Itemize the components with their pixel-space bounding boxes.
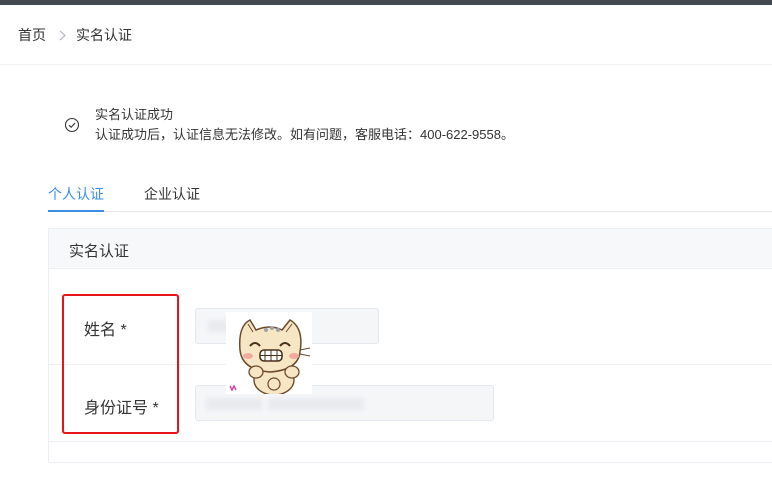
top-bar [0, 0, 772, 5]
notice-title: 实名认证成功 [95, 107, 174, 122]
tabs-baseline [48, 211, 772, 212]
breadcrumb-current: 实名认证 [76, 27, 132, 43]
highlight-annotation-box [62, 294, 179, 434]
redacted-value [206, 398, 262, 410]
row-divider [49, 441, 772, 442]
breadcrumb-home[interactable]: 首页 [18, 25, 46, 45]
tab-personal-verification[interactable]: 个人认证 [48, 184, 104, 204]
breadcrumb: 首页 实名认证 [18, 24, 132, 46]
card-title: 实名认证 [69, 243, 130, 260]
card-header: 实名认证 [49, 229, 772, 269]
redacted-value [268, 398, 364, 410]
tab-bar: 个人认证 企业认证 [0, 176, 772, 213]
check-circle-icon [64, 117, 80, 133]
cat-sticker-image [226, 312, 312, 396]
header-divider [0, 64, 772, 65]
notice-description: 认证成功后，认证信息无法修改。如有问题，客服电话：400-622-9558。 [95, 127, 514, 142]
active-tab-indicator [48, 210, 104, 212]
tab-company-verification[interactable]: 企业认证 [144, 184, 200, 204]
chevron-right-icon [59, 30, 66, 41]
